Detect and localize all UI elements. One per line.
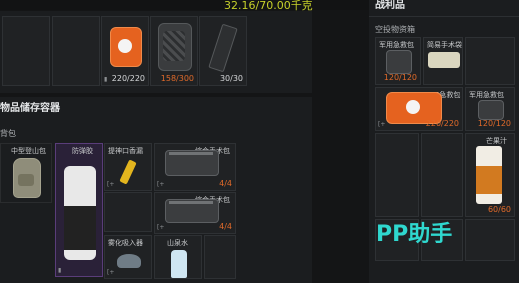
loot-empty-3[interactable] [421, 133, 463, 217]
pp-assistant-watermark: PP助手 [376, 222, 453, 247]
slot-marker-icon: [+ [378, 121, 386, 128]
equip-medkit-slot[interactable]: ▮ 220/220 [101, 16, 149, 86]
item-qty: 120/120 [477, 119, 511, 128]
loot-item-military-aid-1[interactable]: 军用急救包 120/120 [375, 37, 421, 85]
loot-item-936-aid[interactable]: 936急救包 [+ 220/220 [375, 87, 463, 131]
magazine-qty: 30/30 [219, 74, 243, 83]
storage-item-inhaler[interactable]: 雾化吸入器 [+ [104, 235, 152, 279]
water-bottle-icon [171, 250, 187, 278]
surgery-bag-icon [428, 52, 460, 68]
item-name: 军用急救包 [469, 91, 504, 99]
armor-pattern-icon [163, 31, 185, 61]
storage-empty-2[interactable] [204, 235, 236, 279]
item-name: 简易手术袋 [427, 41, 462, 49]
storage-item-surgery-kit-1[interactable]: 综合手术包 [+ 4/4 [154, 143, 236, 191]
loot-subtitle: 空投物资箱 [375, 25, 415, 34]
item-qty: 4/4 [219, 222, 232, 231]
storage-item-spring-water[interactable]: 山泉水 [154, 235, 202, 279]
medkit-qty: 220/220 [111, 74, 145, 83]
loot-item-simple-surgery[interactable]: 简易手术袋 [423, 37, 463, 85]
slot-marker-icon: [+ [107, 181, 115, 188]
cross-symbol-icon [118, 39, 132, 53]
backpack-slot[interactable]: 中型登山包 [0, 143, 52, 203]
slot-marker-icon: [+ [157, 224, 165, 231]
kit-zipper-icon [169, 152, 213, 155]
slot-marker-icon: ▮ [104, 76, 108, 83]
item-name: 芒果汁 [486, 137, 507, 145]
loot-title: 战利品 [375, 0, 405, 11]
storage-item-gum[interactable]: 提神口香漏 [+ [104, 143, 152, 191]
aid-kit-icon [478, 100, 504, 120]
item-qty: 120/120 [383, 73, 417, 82]
storage-subtitle: 背包 [0, 129, 16, 138]
equip-magazine-slot[interactable]: 30/30 [199, 16, 247, 86]
storage-item-bulletproof-glue[interactable]: 防弹胶 ▮ [55, 143, 103, 277]
canister-label-icon [64, 206, 96, 250]
equip-armor-slot[interactable]: 158/300 [150, 16, 198, 86]
juice-label-icon [476, 166, 502, 194]
equip-slot-empty-2[interactable] [52, 16, 100, 86]
cross-symbol-icon [406, 100, 420, 114]
slot-marker-icon: ▮ [58, 267, 62, 274]
armor-durability: 158/300 [160, 74, 194, 83]
storage-item-surgery-kit-2[interactable]: 综合手术包 [+ 4/4 [154, 192, 236, 234]
kit-zipper-icon [169, 201, 213, 204]
backpack-label: 中型登山包 [11, 147, 46, 155]
weight-readout: 32.16/70.00千克 [224, 0, 313, 12]
loot-divider [369, 16, 519, 17]
gum-stick-icon [119, 159, 137, 185]
slot-marker-icon: [+ [107, 269, 115, 276]
loot-item-mango-juice[interactable]: 芒果汁 60/60 [465, 133, 515, 217]
loot-empty-2[interactable] [375, 133, 419, 217]
item-name: 防弹胶 [72, 147, 93, 155]
item-qty: 220/220 [425, 119, 459, 128]
item-name: 山泉水 [167, 239, 188, 247]
slot-marker-icon: [+ [157, 181, 165, 188]
inhaler-icon [117, 254, 141, 268]
item-qty: 4/4 [219, 179, 232, 188]
loot-empty-1[interactable] [465, 37, 515, 85]
rifle-magazine-icon [208, 23, 238, 73]
backpack-pocket-icon [18, 174, 34, 186]
equip-slot-empty-1[interactable] [2, 16, 50, 86]
item-name: 提神口香漏 [108, 147, 143, 155]
item-name: 军用急救包 [379, 41, 414, 49]
item-qty: 60/60 [487, 205, 511, 214]
loot-empty-6[interactable] [465, 219, 515, 261]
storage-empty-1[interactable] [104, 192, 152, 232]
aid-kit-icon [386, 50, 412, 74]
loot-item-military-aid-2[interactable]: 军用急救包 120/120 [465, 87, 515, 131]
item-name: 雾化吸入器 [108, 239, 143, 247]
storage-title: 物品储存容器 [0, 103, 60, 114]
